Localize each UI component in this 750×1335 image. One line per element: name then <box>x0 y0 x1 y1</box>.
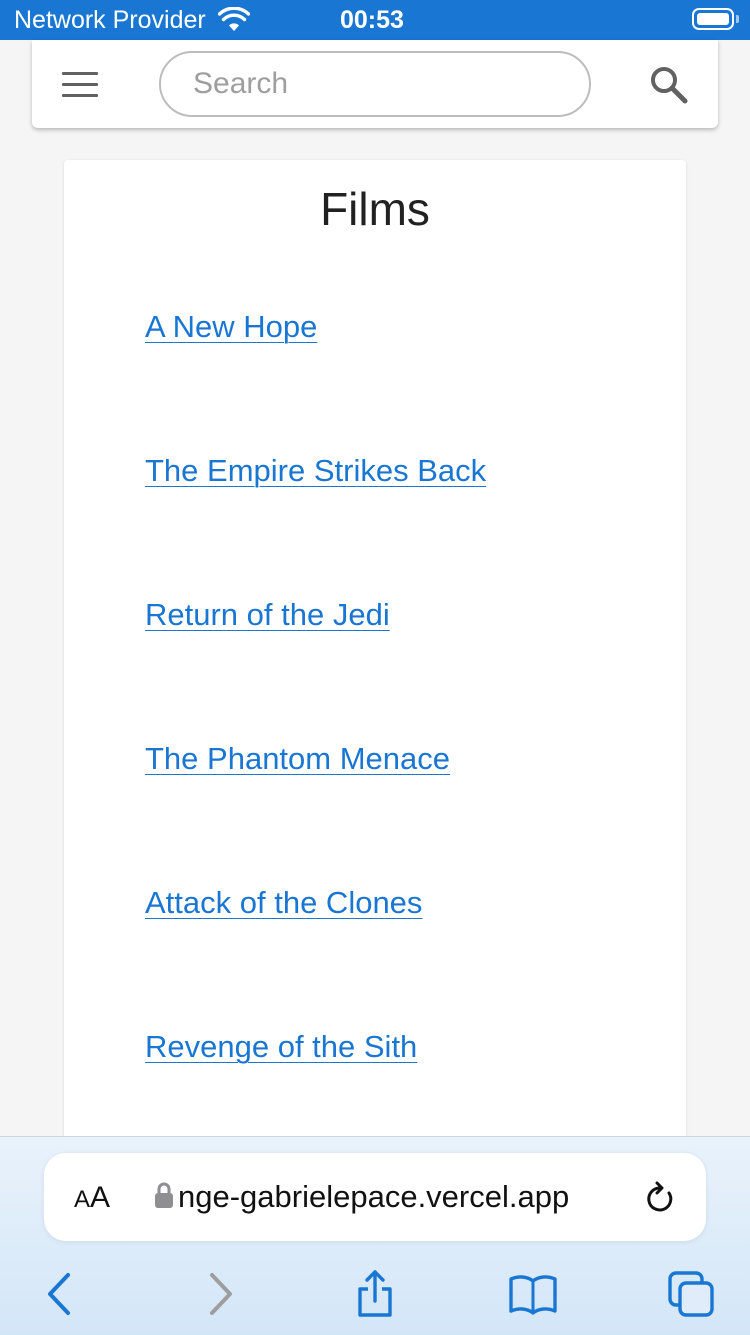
url-text[interactable]: nge-gabrielepace.vercel.app <box>178 1179 569 1215</box>
tabs-icon[interactable] <box>666 1269 716 1319</box>
battery-tip <box>736 15 739 23</box>
lock-icon <box>155 1182 173 1208</box>
carrier-label: Network Provider <box>14 6 206 34</box>
browser-toolbar: AA nge-gabrielepace.vercel.app <box>0 1136 750 1335</box>
hamburger-menu-icon[interactable] <box>62 72 98 98</box>
forward-icon[interactable] <box>196 1269 246 1319</box>
film-link[interactable]: Attack of the Clones <box>145 885 422 921</box>
text-size-small-label: A <box>74 1186 91 1213</box>
clock: 00:53 <box>340 6 404 34</box>
reload-icon[interactable] <box>644 1181 676 1215</box>
film-link[interactable]: The Phantom Menace <box>145 741 450 777</box>
share-icon[interactable] <box>350 1269 400 1319</box>
film-link[interactable]: The Empire Strikes Back <box>145 453 486 489</box>
text-size-button[interactable]: AA <box>74 1181 110 1215</box>
bookmarks-icon[interactable] <box>508 1269 558 1319</box>
wifi-icon <box>218 7 250 31</box>
battery-level <box>697 13 729 25</box>
text-size-large-label: A <box>90 1181 111 1214</box>
back-icon[interactable] <box>36 1269 86 1319</box>
battery-icon <box>692 8 734 30</box>
film-link[interactable]: Revenge of the Sith <box>145 1029 417 1065</box>
film-link[interactable]: A New Hope <box>145 309 317 345</box>
app-bar <box>32 40 718 128</box>
film-link[interactable]: Return of the Jedi <box>145 597 390 633</box>
page-title: Films <box>320 183 430 235</box>
status-bar: Network Provider 00:53 <box>0 0 750 40</box>
search-input[interactable] <box>159 51 591 117</box>
films-card: Films A New Hope The Empire Strikes Back… <box>64 160 686 1160</box>
address-bar[interactable]: AA nge-gabrielepace.vercel.app <box>44 1153 706 1241</box>
search-icon[interactable] <box>648 64 690 106</box>
